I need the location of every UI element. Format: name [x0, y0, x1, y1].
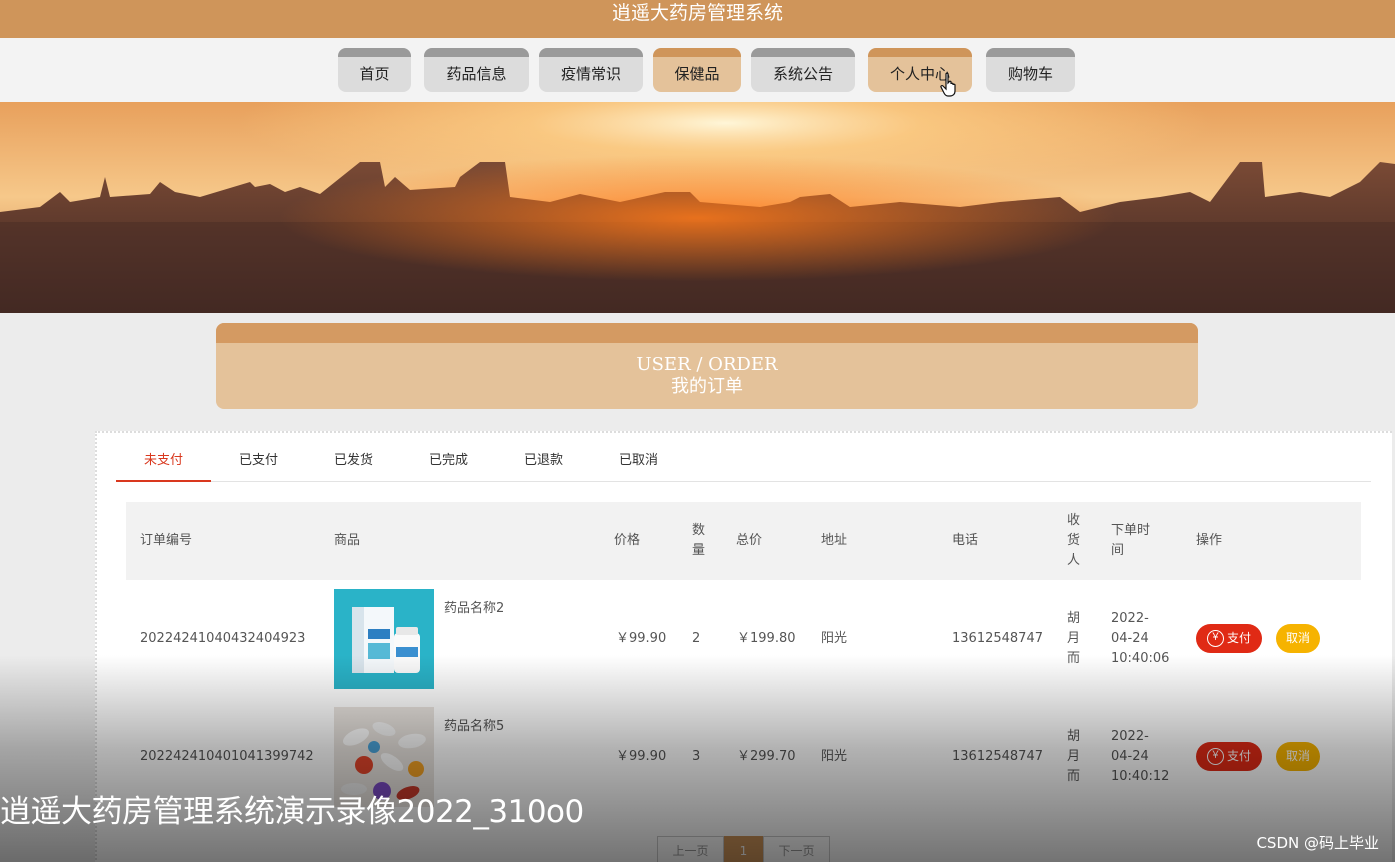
city-sunset-banner — [0, 102, 1395, 313]
cancel-button[interactable]: 取消 — [1276, 624, 1320, 653]
order-status-tabs: 未支付 已支付 已发货 已完成 已退款 已取消 — [116, 446, 1371, 482]
pay-button[interactable]: ￥ 支付 — [1196, 742, 1262, 771]
address: 阳光 — [821, 631, 848, 646]
nav-announcements[interactable]: 系统公告 — [751, 48, 855, 92]
csdn-watermark: CSDN @码上毕业 — [1256, 834, 1379, 852]
total-price: ￥299.70 — [737, 749, 796, 764]
product-thumbnail[interactable] — [334, 589, 434, 689]
header-action: 操作 — [1196, 533, 1223, 548]
tab-refunded[interactable]: 已退款 — [496, 446, 591, 482]
quantity: 2 — [692, 631, 701, 646]
main-nav: 首页 药品信息 疫情常识 保健品 系统公告 个人中心 购物车 — [0, 38, 1395, 102]
site-title: 逍遥大药房管理系统 — [611, 2, 783, 24]
product-name[interactable]: 药品名称5 — [444, 717, 504, 737]
nav-drug-info[interactable]: 药品信息 — [424, 48, 529, 92]
price: ￥99.90 — [616, 749, 667, 764]
phone: 13612548747 — [952, 631, 1043, 646]
header-order-no: 订单编号 — [140, 533, 193, 548]
nav-cart[interactable]: 购物车 — [986, 48, 1075, 92]
address: 阳光 — [821, 749, 848, 764]
order-time: 2022- 04-24 10:40:12 — [1111, 729, 1170, 784]
page-1-button[interactable]: 1 — [724, 836, 763, 862]
table-row: 20224241040432404923 药品名称2 ￥99.90 2 ￥199… — [126, 580, 1361, 698]
price: ￥99.90 — [616, 631, 667, 646]
order-table-header: 订单编号 商品 价格 数 量 总价 地址 电话 收 货 人 下单时 间 操作 — [126, 502, 1361, 580]
nav-health-products[interactable]: 保健品 — [653, 48, 741, 92]
yen-icon: ￥ — [1207, 630, 1224, 647]
tab-completed[interactable]: 已完成 — [401, 446, 496, 482]
order-title-en: USER / ORDER — [636, 354, 778, 375]
phone: 13612548747 — [952, 749, 1043, 764]
product-name[interactable]: 药品名称2 — [444, 599, 504, 619]
yen-icon: ￥ — [1207, 748, 1224, 765]
header-price: 价格 — [614, 533, 641, 548]
top-header-bar: 逍遥大药房管理系统 — [0, 0, 1395, 38]
order-section-header: USER / ORDER 我的订单 — [216, 323, 1198, 409]
tab-shipped[interactable]: 已发货 — [306, 446, 401, 482]
order-number: 20224241040432404923 — [140, 631, 306, 646]
tab-unpaid[interactable]: 未支付 — [116, 446, 211, 482]
tab-cancelled[interactable]: 已取消 — [591, 446, 686, 482]
header-total: 总价 — [736, 533, 763, 548]
pay-button[interactable]: ￥ 支付 — [1196, 624, 1262, 653]
header-phone: 电话 — [952, 533, 979, 548]
nav-epidemic-knowledge[interactable]: 疫情常识 — [539, 48, 643, 92]
video-caption: 逍遥大药房管理系统演示录像2022_310o0 — [0, 794, 584, 830]
prev-page-button[interactable]: 上一页 — [657, 836, 724, 862]
quantity: 3 — [692, 749, 701, 764]
nav-home[interactable]: 首页 — [338, 48, 411, 92]
cancel-button[interactable]: 取消 — [1276, 742, 1320, 771]
order-title-cn: 我的订单 — [671, 376, 743, 397]
hand-cursor-icon — [940, 72, 956, 97]
receiver: 胡 月 而 — [1067, 729, 1081, 784]
header-address: 地址 — [821, 533, 848, 548]
header-product: 商品 — [334, 533, 361, 548]
next-page-button[interactable]: 下一页 — [763, 836, 830, 862]
order-number: 20224241040104139​9742 — [140, 749, 314, 764]
receiver: 胡 月 而 — [1067, 611, 1081, 666]
order-time: 2022- 04-24 10:40:06 — [1111, 611, 1170, 666]
header-order-time: 下单时 间 — [1111, 523, 1151, 558]
tab-paid[interactable]: 已支付 — [211, 446, 306, 482]
header-receiver: 收 货 人 — [1067, 513, 1081, 568]
total-price: ￥199.80 — [737, 631, 796, 646]
header-quantity: 数 量 — [692, 523, 706, 558]
